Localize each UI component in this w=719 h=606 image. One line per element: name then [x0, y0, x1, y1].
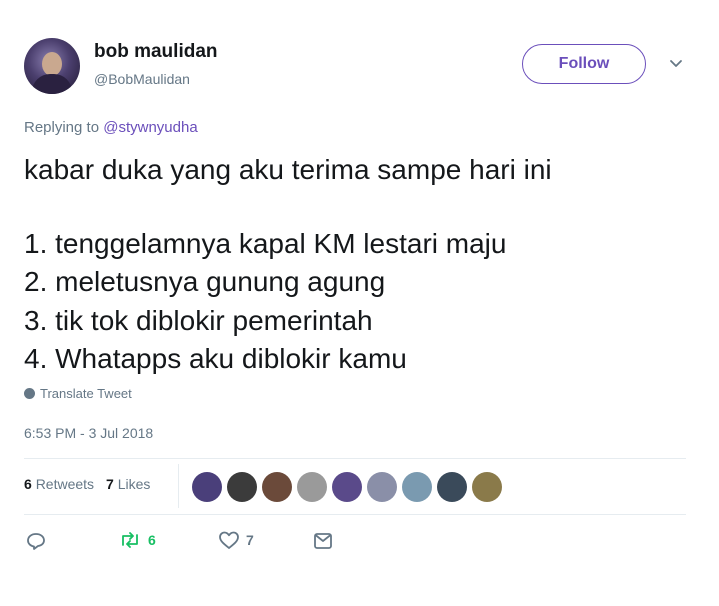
like-count: 7: [246, 532, 254, 548]
translate-label: Translate Tweet: [40, 386, 132, 401]
avatar[interactable]: [24, 38, 80, 94]
tweet-text-line: 4. Whatapps aku diblokir kamu: [24, 343, 407, 374]
message-icon[interactable]: [313, 532, 333, 550]
display-name[interactable]: bob maulidan: [94, 41, 218, 63]
tweet-text-line: 2. meletusnya gunung agung: [24, 266, 386, 297]
globe-icon: [24, 388, 35, 399]
stats-separator: [178, 464, 179, 508]
liker-avatar[interactable]: [227, 472, 257, 502]
user-handle[interactable]: @BobMaulidan: [94, 71, 190, 87]
timestamp[interactable]: 6:53 PM - 3 Jul 2018: [24, 425, 153, 441]
likers-avatars: [192, 472, 507, 502]
liker-avatar[interactable]: [437, 472, 467, 502]
liker-avatar[interactable]: [332, 472, 362, 502]
tweet-text-line: 3. tik tok diblokir pemerintah: [24, 305, 373, 336]
heart-icon: [219, 531, 239, 549]
likes-count: 7: [106, 476, 114, 492]
replying-prefix: Replying to: [24, 119, 104, 136]
liker-avatar[interactable]: [402, 472, 432, 502]
likes-label: Likes: [117, 476, 151, 492]
tweet-stats: 6 Retweets 7 Likes: [24, 476, 150, 492]
retweet-action[interactable]: 6: [118, 530, 156, 550]
tweet-text-line: kabar duka yang aku terima sampe hari in…: [24, 154, 552, 185]
mention-link[interactable]: @stywnyudha: [103, 119, 197, 136]
avatar-body: [32, 74, 72, 94]
reply-icon[interactable]: [26, 531, 46, 551]
retweets-label: Retweets: [35, 476, 95, 492]
liker-avatar[interactable]: [192, 472, 222, 502]
divider: [24, 458, 686, 459]
liker-avatar[interactable]: [367, 472, 397, 502]
retweet-icon: [122, 532, 138, 548]
replying-to: Replying to @stywnyudha: [24, 119, 198, 136]
retweet-count: 6: [148, 532, 156, 548]
liker-avatar[interactable]: [297, 472, 327, 502]
retweets-count: 6: [24, 476, 32, 492]
translate-tweet[interactable]: Translate Tweet: [24, 386, 132, 401]
liker-avatar[interactable]: [262, 472, 292, 502]
like-action[interactable]: 7: [218, 530, 254, 550]
tweet-text-line: 1. tenggelamnya kapal KM lestari maju: [24, 228, 507, 259]
liker-avatar[interactable]: [472, 472, 502, 502]
follow-button[interactable]: Follow: [522, 44, 646, 84]
chevron-down-icon[interactable]: [668, 56, 684, 72]
avatar-face: [42, 52, 62, 76]
likes-stat[interactable]: 7 Likes: [106, 476, 150, 492]
divider: [24, 514, 686, 515]
retweets-stat[interactable]: 6 Retweets: [24, 476, 94, 492]
